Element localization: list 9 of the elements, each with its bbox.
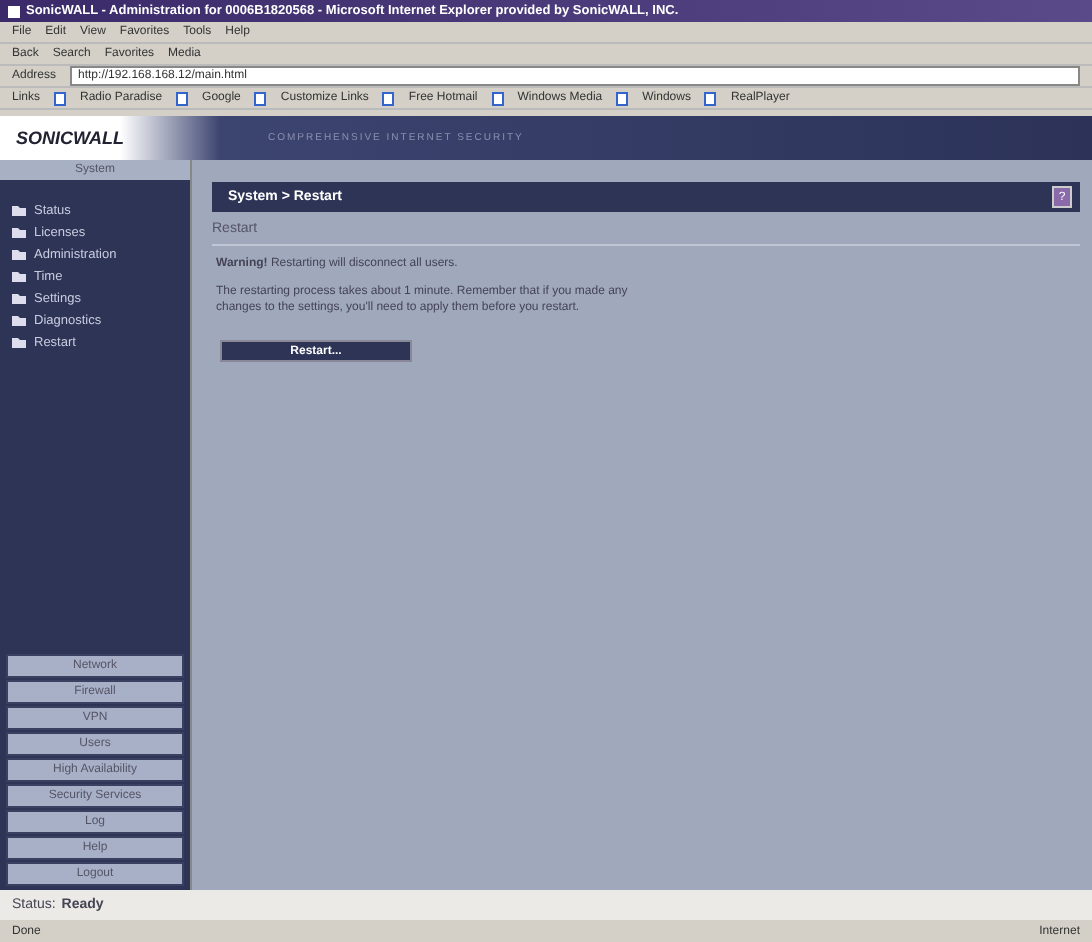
browser-icon [8,5,20,17]
page-icon [54,91,67,105]
page-icon [176,91,189,105]
page-icon [616,91,629,105]
page-icon [704,91,717,105]
page-icon [491,91,504,105]
page-icon [382,91,395,105]
logo: SONICWALL [14,128,126,148]
page-icon [254,91,267,105]
